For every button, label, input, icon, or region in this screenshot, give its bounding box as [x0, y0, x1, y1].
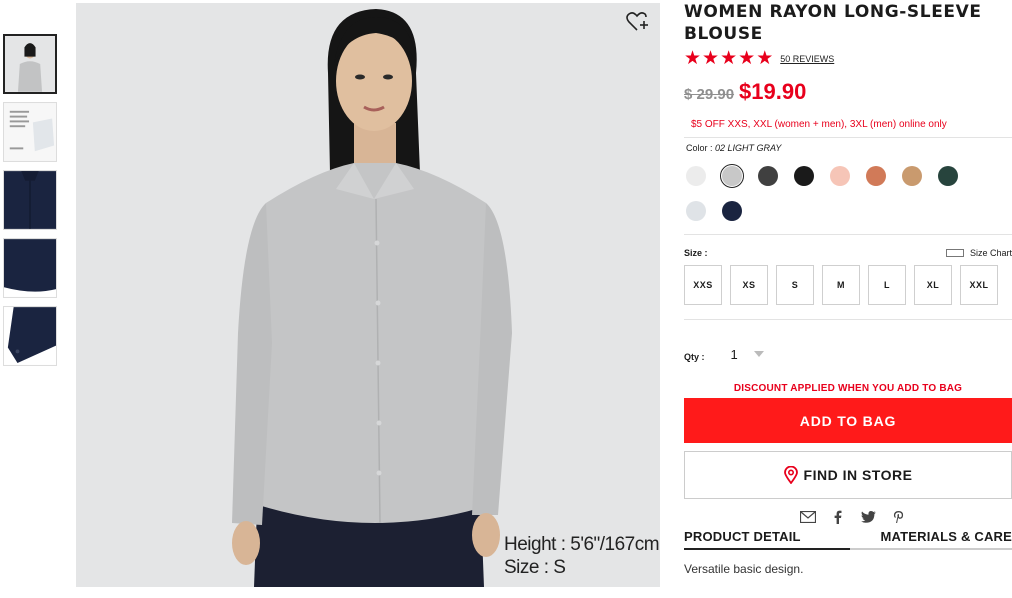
location-pin-icon	[783, 466, 798, 484]
sale-price: $19.90	[739, 79, 807, 104]
color-label: Color :	[686, 143, 713, 153]
twitter-icon[interactable]	[859, 509, 877, 525]
reviews-link[interactable]: 50 REVIEWS	[780, 54, 834, 64]
color-swatch-off-white[interactable]	[684, 164, 708, 188]
size-chart-link[interactable]: Size Chart	[946, 248, 1012, 258]
size-option-m[interactable]: M	[822, 265, 860, 305]
size-option-s[interactable]: S	[776, 265, 814, 305]
email-icon[interactable]	[799, 509, 817, 525]
product-description: Versatile basic design.	[684, 562, 804, 576]
size-option-xxs[interactable]: XXS	[684, 265, 722, 305]
star-icon: ★	[738, 48, 756, 69]
product-info-panel: WOMEN RAYON LONG-SLEEVE BLOUSE ★ ★ ★ ★ ★…	[684, 0, 1012, 576]
thumbnail-image	[5, 36, 55, 92]
color-swatch-dark-gray[interactable]	[756, 164, 780, 188]
chevron-down-icon	[753, 351, 764, 357]
quantity-value: 1	[730, 346, 738, 362]
thumbnail-image	[4, 103, 56, 161]
color-swatch-navy[interactable]	[720, 199, 744, 223]
color-swatch-orange[interactable]	[864, 164, 888, 188]
color-swatch-beige[interactable]	[900, 164, 924, 188]
color-selection-label: Color : 02 LIGHT GRAY	[686, 143, 1012, 153]
price-block: $ 29.90 $19.90	[684, 79, 1012, 105]
heart-plus-icon	[626, 12, 648, 31]
color-swatch-light-blue[interactable]	[684, 199, 708, 223]
qty-label: Qty :	[684, 352, 705, 362]
pinterest-icon[interactable]	[889, 509, 907, 525]
star-icon: ★	[702, 48, 720, 69]
add-to-bag-button[interactable]: ADD TO BAG	[684, 398, 1012, 443]
thumbnail-detail-text[interactable]	[3, 102, 57, 162]
add-to-favorites-button[interactable]	[626, 11, 650, 33]
find-in-store-label: FIND IN STORE	[803, 467, 913, 483]
thumbnail-navy-back[interactable]	[3, 170, 57, 230]
promo-message: $5 OFF XXS, XXL (women + men), 3XL (men)…	[691, 119, 947, 130]
share-links	[694, 509, 1012, 525]
thumbnail-list	[3, 34, 57, 374]
discount-note: DISCOUNT APPLIED WHEN YOU ADD TO BAG	[733, 383, 963, 394]
product-title: WOMEN RAYON LONG-SLEEVE BLOUSE	[684, 1, 1012, 45]
color-swatch-pink[interactable]	[828, 164, 852, 188]
facebook-icon[interactable]	[829, 509, 847, 525]
star-icon: ★	[684, 48, 702, 69]
rating: ★ ★ ★ ★ ★ 50 REVIEWS	[684, 48, 1012, 69]
divider	[684, 319, 1012, 320]
selected-color: 02 LIGHT GRAY	[715, 143, 782, 153]
tab-product-detail[interactable]: PRODUCT DETAIL	[684, 529, 850, 550]
color-swatches	[684, 164, 1004, 234]
star-icon: ★	[720, 48, 738, 69]
product-title-line2: BLOUSE	[684, 24, 763, 44]
size-option-l[interactable]: L	[868, 265, 906, 305]
thumbnail-image	[4, 171, 56, 229]
star-icon: ★	[756, 48, 774, 69]
color-swatch-light-gray[interactable]	[720, 164, 744, 188]
model-info: Height : 5'6"/167cm Size : S	[504, 533, 660, 579]
thumbnail-navy-hem[interactable]	[3, 238, 57, 298]
find-in-store-button[interactable]: FIND IN STORE	[684, 451, 1012, 499]
product-title-line1: WOMEN RAYON LONG-SLEEVE	[684, 2, 982, 22]
size-options: XXS XS S M L XL XXL	[684, 265, 1012, 305]
thumbnail-image	[4, 307, 56, 365]
size-option-xs[interactable]: XS	[730, 265, 768, 305]
product-main-image: Height : 5'6"/167cm Size : S	[76, 3, 660, 587]
detail-tabs: PRODUCT DETAIL MATERIALS & CARE	[684, 529, 1012, 550]
quantity-select[interactable]: 1	[731, 347, 764, 362]
color-swatch-dark-green[interactable]	[936, 164, 960, 188]
ruler-icon	[946, 249, 964, 257]
original-price: $ 29.90	[684, 86, 735, 103]
size-label: Size :	[684, 248, 708, 258]
quantity-row: Qty : 1	[684, 346, 1012, 362]
model-height: Height : 5'6"/167cm	[504, 534, 660, 555]
size-header: Size : Size Chart	[684, 247, 1012, 259]
size-option-xxl[interactable]: XXL	[960, 265, 998, 305]
color-swatch-black[interactable]	[792, 164, 816, 188]
divider	[684, 234, 1012, 235]
size-chart-label: Size Chart	[969, 248, 1012, 258]
thumbnail-image	[4, 239, 56, 297]
thumbnail-navy-cuff[interactable]	[3, 306, 57, 366]
model-size: Size : S	[504, 557, 566, 578]
size-option-xl[interactable]: XL	[914, 265, 952, 305]
thumbnail-model-front[interactable]	[3, 34, 57, 94]
tab-materials-care[interactable]: MATERIALS & CARE	[850, 529, 1012, 550]
divider	[684, 137, 1012, 138]
product-photo	[76, 3, 660, 587]
